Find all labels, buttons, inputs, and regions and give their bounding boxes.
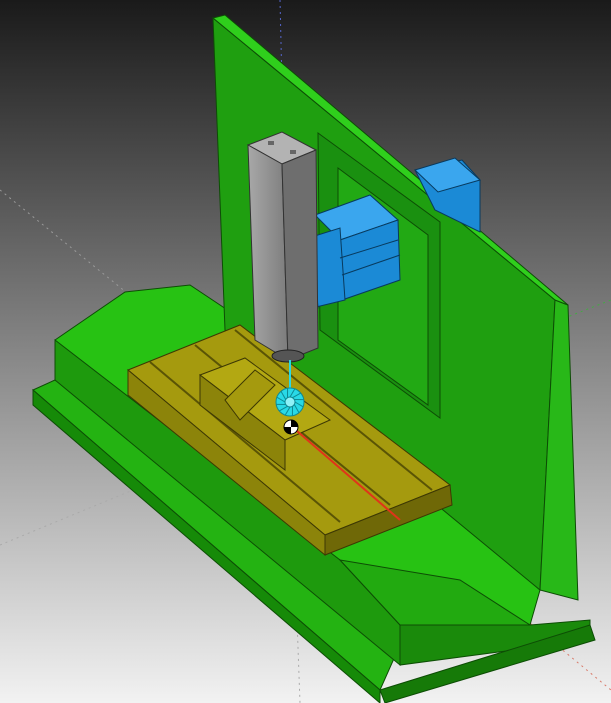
spindle-head: [246, 131, 319, 363]
cutter-hub: [284, 396, 296, 408]
cad-3d-viewport[interactable]: [0, 0, 611, 703]
spindle-nose: [271, 349, 305, 363]
machine-scene: [0, 0, 611, 703]
spindle-notch-1: [268, 141, 274, 145]
spindle-notch-2: [290, 150, 296, 154]
spindle-side: [281, 149, 319, 361]
origin-marker-icon: [283, 419, 299, 435]
